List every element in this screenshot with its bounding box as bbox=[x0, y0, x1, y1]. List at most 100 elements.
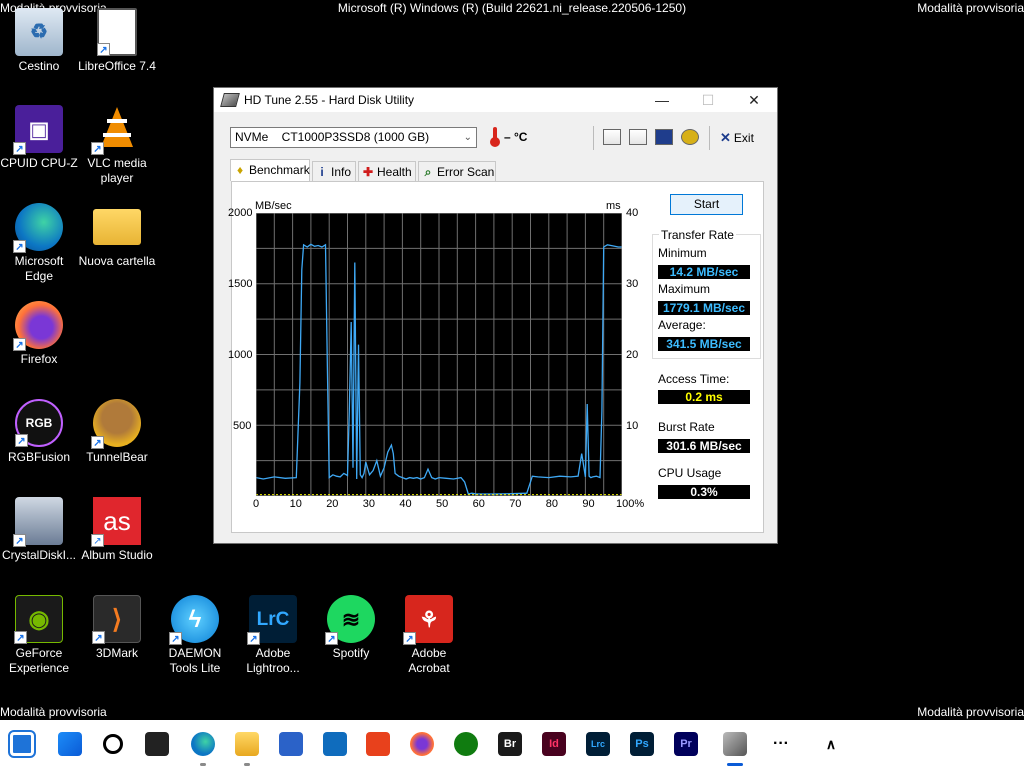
desktop-icon-libreoffice[interactable]: ↗ LibreOffice 7.4 bbox=[78, 8, 156, 74]
photoshop-icon[interactable]: Ps bbox=[630, 732, 654, 756]
desktop-icon-acrobat[interactable]: ⚘ ↗ Adobe Acrobat bbox=[390, 595, 468, 676]
minimize-button[interactable]: — bbox=[639, 88, 685, 112]
access-time-value: 0.2 ms bbox=[658, 390, 750, 404]
search-icon[interactable] bbox=[103, 734, 123, 754]
hdtune-window[interactable]: HD Tune 2.55 - Hard Disk Utility — ☐ ✕ N… bbox=[213, 87, 778, 544]
tray-chevron-icon[interactable]: ∧ bbox=[819, 732, 843, 756]
indesign-icon[interactable]: Id bbox=[542, 732, 566, 756]
daemon-tools-icon: ϟ ↗ bbox=[169, 595, 219, 645]
desktop-icon-crystaldisk[interactable]: ↗ CrystalDiskI... bbox=[0, 497, 78, 563]
desktop-icon-nuova-cartella[interactable]: Nuova cartella bbox=[78, 203, 156, 269]
toolbar: NVMe CT1000P3SSD8 (1000 GB) ⌄ – °C ✕ Exit bbox=[222, 124, 768, 152]
y-tick-left: 500 bbox=[233, 420, 252, 432]
desktop-icon-vlc[interactable]: ↗ VLC media player bbox=[78, 105, 156, 186]
exit-icon: ✕ bbox=[720, 130, 731, 145]
edge-icon: ↗ bbox=[13, 203, 63, 253]
vlc-icon: ↗ bbox=[91, 105, 141, 155]
xbox-icon[interactable] bbox=[454, 732, 478, 756]
desktop-icon-firefox[interactable]: ↗ Firefox bbox=[0, 301, 78, 367]
desktop-icon-daemon-tools[interactable]: ϟ ↗ DAEMON Tools Lite bbox=[156, 595, 234, 676]
desktop-icon-label: TunnelBear bbox=[86, 450, 148, 464]
premiere-icon[interactable]: Pr bbox=[674, 732, 698, 756]
desktop-icon-label: Microsoft Edge bbox=[14, 254, 64, 283]
firefox-taskbar-icon[interactable] bbox=[410, 732, 434, 756]
maximum-label: Maximum bbox=[658, 282, 711, 296]
office-icon[interactable] bbox=[366, 732, 390, 756]
tab-benchmark[interactable]: ♦ Benchmark bbox=[230, 159, 310, 181]
desktop-icon-album-studio[interactable]: as ↗ Album Studio bbox=[78, 497, 156, 563]
start-icon[interactable] bbox=[58, 732, 82, 756]
temperature-readout: – °C bbox=[504, 130, 528, 144]
x-tick-label: 70 bbox=[509, 498, 522, 510]
drive-select[interactable]: NVMe CT1000P3SSD8 (1000 GB) ⌄ bbox=[230, 127, 477, 148]
desktop-icon-label: CrystalDiskI... bbox=[1, 548, 76, 562]
libreoffice-icon: ↗ bbox=[97, 8, 137, 56]
acrobat-icon: ⚘ ↗ bbox=[403, 595, 453, 645]
benchmark-chart bbox=[256, 213, 622, 496]
store-icon[interactable] bbox=[279, 732, 303, 756]
x-tick-label: 80 bbox=[545, 498, 559, 510]
y-axis-right-title: ms bbox=[606, 200, 621, 212]
hdtune-taskbar-icon[interactable] bbox=[723, 732, 747, 756]
copy-text-icon[interactable] bbox=[603, 129, 621, 145]
edge-taskbar-icon[interactable] bbox=[191, 732, 215, 756]
lightroom-glyph: LrC bbox=[256, 608, 290, 630]
y-tick-right: 40 bbox=[626, 207, 639, 219]
info-icon: i bbox=[320, 165, 324, 179]
desktop-icon-lightroom[interactable]: LrC ↗ Adobe Lightroo... bbox=[234, 595, 312, 676]
desktop-icon-edge[interactable]: ↗ Microsoft Edge bbox=[0, 203, 78, 284]
copy-screenshot-icon[interactable] bbox=[629, 129, 647, 145]
tab-label: Health bbox=[377, 165, 412, 179]
start-button[interactable]: Start bbox=[670, 194, 743, 215]
desktop-icon-label: RGBFusion bbox=[7, 450, 71, 464]
tab-error-scan[interactable]: ⌕ Error Scan bbox=[418, 161, 496, 181]
x-tick-label: 30 bbox=[362, 498, 376, 510]
geforce-icon: ◉ ↗ bbox=[14, 595, 63, 644]
y-tick-right: 20 bbox=[626, 349, 639, 361]
rgb-glyph: RGB bbox=[25, 415, 53, 430]
desktop-icon-3dmark[interactable]: ⟩ ↗ 3DMark bbox=[78, 595, 156, 661]
desktop-icon-label: Adobe Acrobat bbox=[408, 646, 450, 675]
desktop-icon-cestino[interactable]: ♻ Cestino bbox=[0, 8, 78, 74]
more-icon[interactable]: ··· bbox=[769, 732, 793, 756]
safe-mode-label-top-right: Modalità provvisoria bbox=[917, 1, 1024, 15]
desktop-icon-label: Album Studio bbox=[81, 548, 153, 562]
maximize-button[interactable]: ☐ bbox=[685, 88, 731, 112]
save-icon[interactable] bbox=[655, 129, 673, 145]
3dmark-icon: ⟩ ↗ bbox=[92, 595, 141, 644]
firefox-icon: ↗ bbox=[13, 301, 63, 351]
desktop-icon-rgbfusion[interactable]: RGB ↗ RGBFusion bbox=[0, 399, 78, 465]
desktop-icon-tunnelbear[interactable]: ↗ TunnelBear bbox=[78, 399, 156, 465]
lightroom-icon: LrC ↗ bbox=[247, 595, 297, 645]
options-icon[interactable] bbox=[681, 129, 699, 145]
desktop-icon-label: 3DMark bbox=[95, 646, 138, 660]
exit-button[interactable]: ✕ Exit bbox=[720, 130, 754, 146]
tab-info[interactable]: i Info bbox=[312, 161, 356, 181]
widgets-icon[interactable] bbox=[145, 732, 169, 756]
y-axis-left-title: MB/sec bbox=[255, 200, 292, 212]
bridge-icon[interactable]: Br bbox=[498, 732, 522, 756]
running-indicator bbox=[727, 763, 743, 766]
health-cross-icon: ✚ bbox=[363, 165, 374, 179]
tab-health[interactable]: ✚ Health bbox=[358, 161, 416, 181]
desktop-icon-spotify[interactable]: ≋ ↗ Spotify bbox=[312, 595, 390, 661]
x-tick-label: 10 bbox=[289, 498, 302, 510]
lightroom-taskbar-icon[interactable]: Lrc bbox=[586, 732, 610, 756]
close-button[interactable]: ✕ bbox=[731, 88, 777, 112]
desktop-icon-label: CPUID CPU-Z bbox=[0, 156, 78, 170]
title-bar[interactable]: HD Tune 2.55 - Hard Disk Utility — ☐ ✕ bbox=[214, 88, 777, 112]
y-tick-left: 2000 bbox=[228, 207, 253, 219]
desktop-icon-label: Nuova cartella bbox=[78, 254, 156, 268]
desktop-icon-cpuz[interactable]: ▣ ↗ CPUID CPU-Z bbox=[0, 105, 78, 171]
window-title: HD Tune 2.55 - Hard Disk Utility bbox=[244, 93, 415, 107]
x-tick-label: 40 bbox=[399, 498, 412, 510]
explorer-icon[interactable] bbox=[235, 732, 259, 756]
mail-icon[interactable] bbox=[323, 732, 347, 756]
taskview-icon[interactable] bbox=[8, 730, 36, 758]
safe-mode-label-bottom-right: Modalità provvisoria bbox=[917, 705, 1024, 719]
toolbar-separator bbox=[593, 126, 594, 150]
desktop-icon-geforce[interactable]: ◉ ↗ GeForce Experience bbox=[0, 595, 78, 676]
spotify-icon: ≋ ↗ bbox=[325, 595, 375, 645]
transfer-rate-title: Transfer Rate bbox=[659, 228, 736, 242]
desktop-icon-label: GeForce Experience bbox=[8, 646, 70, 675]
